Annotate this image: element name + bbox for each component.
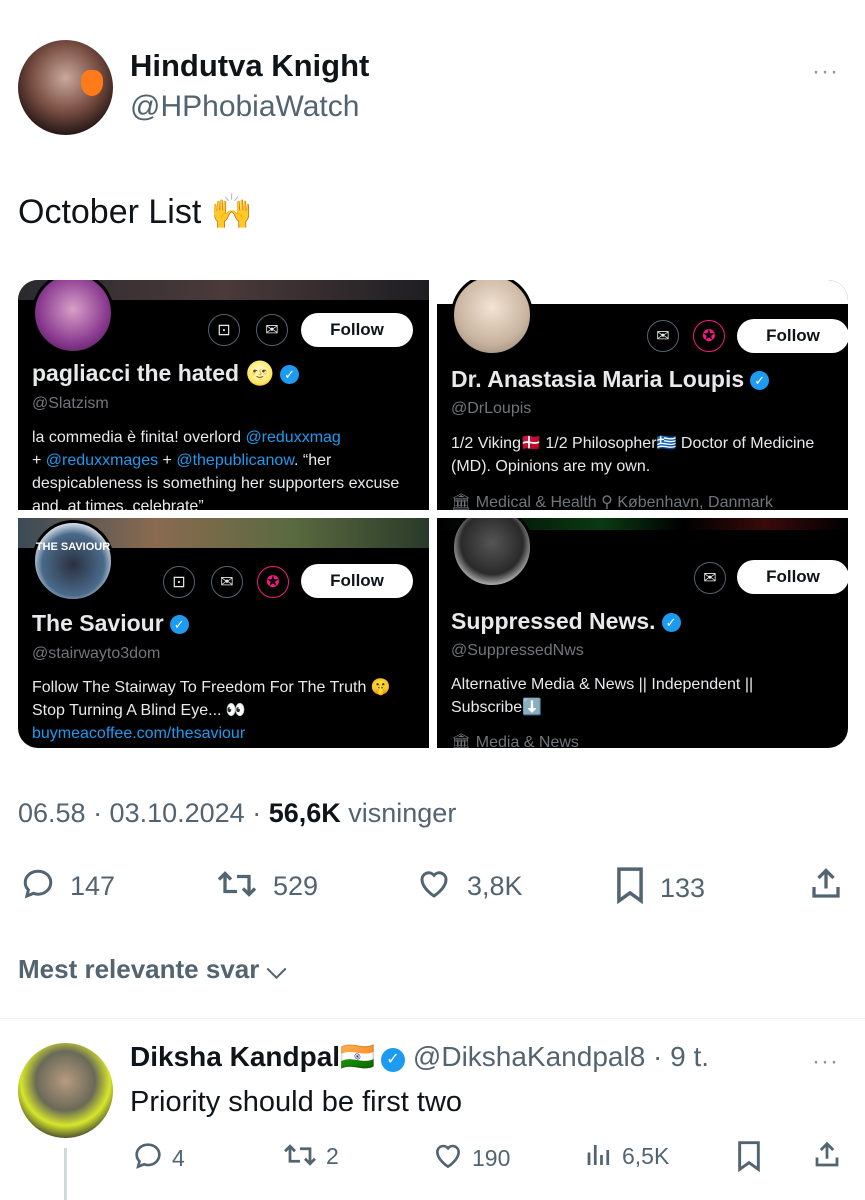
tweet-text: October List 🙌 — [18, 193, 254, 231]
follow-button[interactable]: Follow — [301, 313, 413, 347]
divider — [0, 1018, 865, 1019]
author-handle[interactable]: @HPhobiaWatch — [130, 90, 359, 124]
card-avatar[interactable]: THE SAVIOUR — [32, 520, 114, 602]
card-name[interactable]: Dr. Anastasia Maria Loupis ✓ — [451, 366, 770, 393]
card-meta: 🏛 Medical & Health ⚲ København, Danmark — [451, 494, 773, 510]
card-website-link[interactable]: buymeacoffee.com/thesaviour — [32, 722, 417, 745]
reply-author-handle[interactable]: @DikshaKandpal8 · 9 t. — [413, 1041, 709, 1072]
card-bio: la commedia è finita! overlord @reduxxma… — [32, 429, 400, 510]
author-avatar[interactable] — [18, 40, 113, 135]
card-handle[interactable]: @SuppressedNws — [451, 642, 584, 660]
card-bio: 1/2 Viking🇩🇰 1/2 Philosopher🇬🇷 Doctor of… — [451, 435, 815, 475]
reply-header[interactable]: Diksha Kandpal🇮🇳 ✓ @DikshaKandpal8 · 9 t. — [130, 1040, 709, 1073]
card-bio: Alternative Media & News || Independent … — [451, 676, 754, 716]
reply-icon — [23, 869, 53, 899]
verified-icon: ✓ — [280, 365, 300, 384]
reply-text: Priority should be first two — [130, 1086, 463, 1118]
more-icon[interactable]: ··· — [812, 58, 839, 86]
reply-share-button[interactable] — [812, 1140, 850, 1170]
profile-card-stairwayto3dom[interactable]: THE SAVIOUR ⊡ ✉ ✪ Follow The Saviour ✓ @s… — [18, 518, 429, 748]
card-name[interactable]: Suppressed News. ✓ — [451, 608, 681, 635]
card-meta: 🏛 Media & News — [451, 734, 579, 748]
chevron-down-icon: ⌵ — [259, 954, 287, 984]
reply-views-button[interactable]: 6,5K — [584, 1140, 669, 1170]
mail-icon[interactable]: ✉ — [211, 566, 243, 598]
bookmark-button[interactable]: 133 — [614, 866, 705, 905]
views-count: 56,6K — [268, 798, 341, 828]
reply-button[interactable]: 147 — [20, 866, 115, 902]
mail-icon[interactable]: ✉ — [694, 562, 726, 594]
like-icon — [420, 871, 448, 898]
card-bio: Follow The Stairway To Freedom For The T… — [32, 679, 391, 719]
share-icon — [815, 1141, 839, 1167]
profile-card-slatzism[interactable]: ⊡ ✉ Follow pagliacci the hated 🌝 ✓ @Slatz… — [18, 280, 429, 510]
verified-icon: ✓ — [380, 1048, 405, 1072]
card-handle[interactable]: @Slatzism — [32, 395, 109, 413]
like-icon — [435, 1144, 461, 1169]
reply-sort-dropdown[interactable]: Mest relevante svar ⌵ — [18, 954, 286, 986]
retweet-button[interactable]: 529 — [215, 866, 318, 902]
follow-button[interactable]: Follow — [737, 319, 848, 353]
bio-link[interactable]: @reduxxmag — [245, 429, 340, 446]
bookmark-icon — [617, 867, 643, 905]
bio-link[interactable]: @reduxxmages — [46, 452, 158, 469]
card-handle[interactable]: @DrLoupis — [451, 400, 531, 418]
reply-bookmark-button[interactable] — [735, 1140, 771, 1173]
reply-icon — [135, 1143, 161, 1169]
reply-retweet-button[interactable]: 2 — [282, 1140, 339, 1170]
profile-card-drloupis[interactable]: ✉ ✪ Follow Dr. Anastasia Maria Loupis ✓ @… — [437, 280, 848, 510]
avatar-text: THE SAVIOUR — [35, 541, 111, 553]
thread-line — [64, 1148, 67, 1200]
mail-icon[interactable]: ✉ — [256, 314, 288, 346]
verified-icon: ✓ — [169, 615, 189, 634]
author-display-name[interactable]: Hindutva Knight — [130, 48, 369, 84]
share-button[interactable] — [808, 866, 858, 902]
card-avatar[interactable] — [32, 280, 114, 354]
card-handle[interactable]: @stairwayto3dom — [32, 645, 160, 663]
views-icon — [587, 1145, 610, 1165]
profile-cards-grid: ⊡ ✉ Follow pagliacci the hated 🌝 ✓ @Slatz… — [18, 280, 848, 748]
follow-button[interactable]: Follow — [301, 564, 413, 598]
flag-emblem — [81, 70, 103, 96]
bookmark-icon — [738, 1141, 760, 1173]
profile-card-suppressednws[interactable]: ✉ Follow Suppressed News. ✓ @SuppressedNw… — [437, 518, 848, 748]
share-icon — [812, 868, 840, 898]
reply-author-avatar[interactable] — [18, 1043, 113, 1138]
bio-link[interactable]: @thepublicanow — [176, 452, 294, 469]
subscribe-icon[interactable]: ⊡ — [163, 566, 195, 598]
card-name[interactable]: The Saviour ✓ — [32, 610, 189, 637]
creator-icon[interactable]: ✪ — [257, 566, 289, 598]
verified-icon: ✓ — [750, 371, 770, 390]
follow-button[interactable]: Follow — [737, 560, 848, 594]
card-avatar[interactable] — [451, 280, 533, 356]
verified-icon: ✓ — [661, 613, 681, 632]
mail-icon[interactable]: ✉ — [647, 320, 679, 352]
retweet-icon — [284, 1144, 316, 1166]
reply-author-name[interactable]: Diksha Kandpal🇮🇳 — [130, 1041, 375, 1072]
creator-icon[interactable]: ✪ — [693, 320, 725, 352]
like-button[interactable]: 3,8K — [415, 866, 523, 902]
subscribe-icon[interactable]: ⊡ — [208, 314, 240, 346]
retweet-icon — [217, 871, 257, 897]
reply-more-icon[interactable]: ··· — [812, 1048, 839, 1076]
reply-reply-button[interactable]: 4 — [132, 1140, 185, 1172]
card-avatar[interactable] — [451, 518, 533, 588]
tweet-timestamp[interactable]: 06.58 · 03.10.2024 · 56,6K visninger — [18, 798, 456, 829]
reply-like-button[interactable]: 190 — [432, 1140, 510, 1172]
card-name[interactable]: pagliacci the hated 🌝 ✓ — [32, 360, 300, 387]
